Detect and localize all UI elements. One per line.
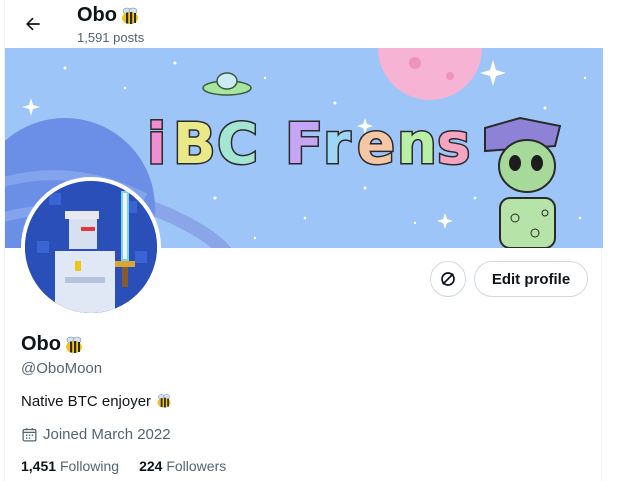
svg-text:r: r [323, 112, 351, 177]
grok-analyze-button[interactable] [430, 261, 466, 297]
svg-text:F: F [285, 112, 323, 177]
following-link[interactable]: 1,451 Following [21, 458, 119, 474]
profile-name: Obo [21, 333, 85, 356]
following-label: Following [59, 458, 120, 474]
profile-avatar[interactable] [21, 177, 161, 317]
following-count: 1,451 [21, 458, 57, 474]
post-count: 1,591 posts [77, 30, 145, 45]
profile-bio: Native BTC enjoyer [21, 392, 173, 410]
svg-text:n: n [397, 112, 437, 177]
join-date-text: Joined March 2022 [43, 426, 171, 443]
no-ai-icon [441, 272, 455, 286]
svg-text:e: e [357, 112, 395, 177]
arrow-left-icon [26, 17, 40, 31]
calendar-icon [22, 428, 37, 442]
svg-text:B: B [173, 112, 216, 177]
bee-emoji-icon [122, 7, 138, 24]
profile-handle: @OboMoon [21, 360, 103, 377]
back-button[interactable] [17, 8, 49, 40]
header-name: Obo [77, 4, 141, 27]
bee-emoji-icon [157, 394, 171, 408]
edit-profile-button[interactable]: Edit profile [474, 261, 588, 297]
join-date: Joined March 2022 [21, 426, 171, 443]
followers-label: Followers [166, 458, 227, 474]
svg-text:i: i [147, 112, 166, 177]
header-name-text: Obo [77, 4, 117, 26]
follow-stats: 1,451 Following 224 Followers [21, 458, 226, 474]
bee-emoji-icon [66, 336, 82, 353]
bio-text: Native BTC enjoyer [21, 392, 152, 410]
profile-column: Obo 1,591 posts i B C F r e n s Edit pro… [4, 0, 603, 481]
followers-link[interactable]: 224 Followers [139, 458, 226, 474]
profile-header-bar: Obo 1,591 posts [5, 0, 603, 48]
followers-count: 224 [139, 458, 163, 474]
svg-text:s: s [437, 112, 470, 177]
svg-text:C: C [217, 112, 258, 177]
avatar-artwork [25, 181, 157, 313]
profile-name-text: Obo [21, 333, 61, 355]
